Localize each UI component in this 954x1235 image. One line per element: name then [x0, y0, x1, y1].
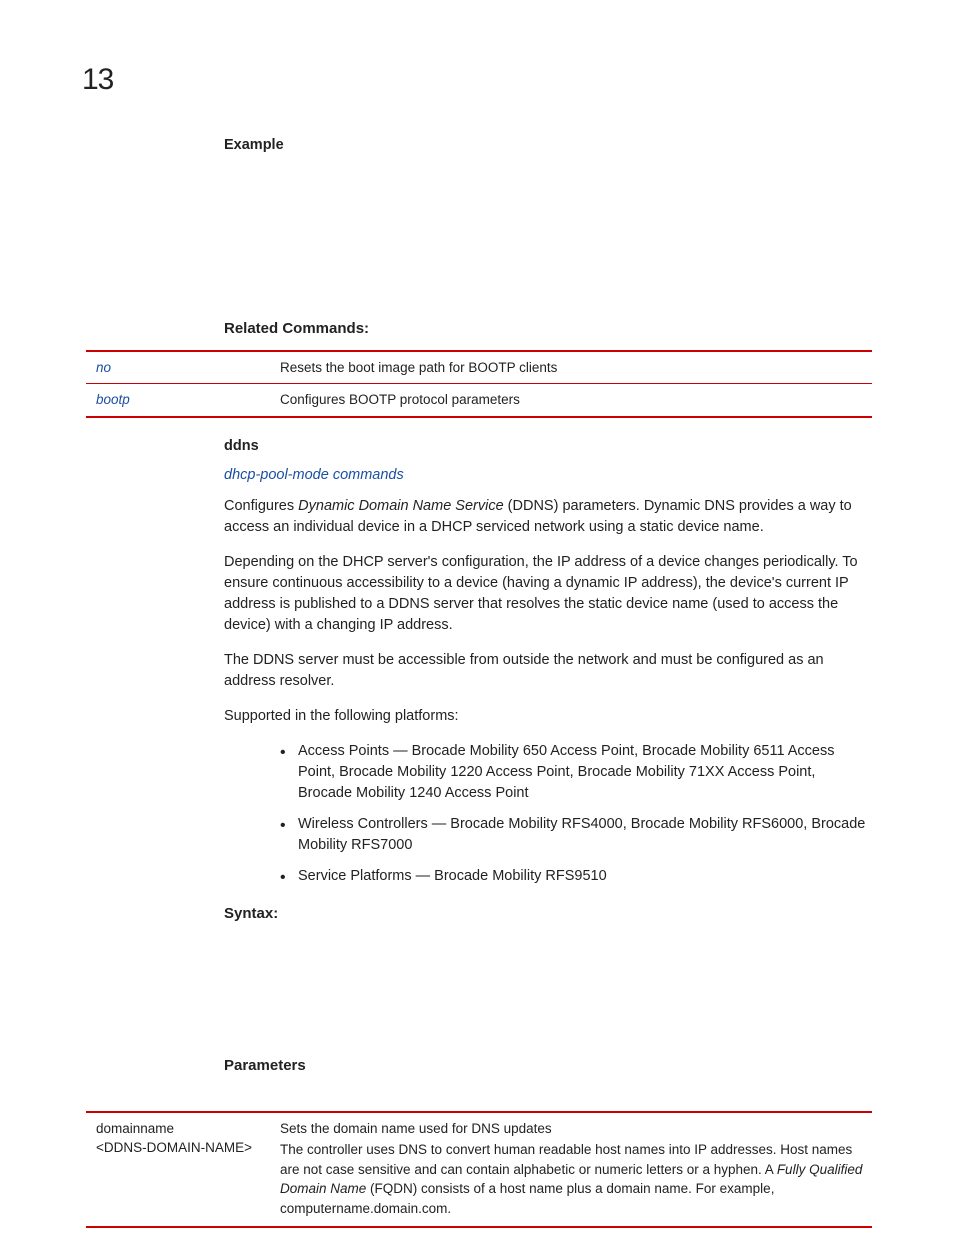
- ddns-paragraph-3: The DDNS server must be accessible from …: [224, 650, 872, 692]
- ddns-paragraph-1: Configures Dynamic Domain Name Service (…: [224, 496, 872, 538]
- platforms-list: Access Points — Brocade Mobility 650 Acc…: [224, 741, 872, 887]
- related-commands-block: no Resets the boot image path for BOOTP …: [86, 350, 872, 418]
- text-fragment: Configures: [224, 498, 298, 514]
- list-item: Wireless Controllers — Brocade Mobility …: [280, 814, 872, 856]
- table-row: no Resets the boot image path for BOOTP …: [86, 351, 872, 384]
- related-cmd-desc: Configures BOOTP protocol parameters: [274, 384, 872, 417]
- dhcp-pool-mode-link[interactable]: dhcp-pool-mode commands: [224, 465, 872, 486]
- related-cmd-desc: Resets the boot image path for BOOTP cli…: [274, 351, 872, 384]
- param-desc-cell: Sets the domain name used for DNS update…: [274, 1112, 872, 1228]
- spacer: [224, 1087, 872, 1111]
- text-emphasis: Dynamic Domain Name Service: [298, 498, 503, 514]
- ddns-heading: ddns: [224, 436, 872, 457]
- list-item: Service Platforms — Brocade Mobility RFS…: [280, 866, 872, 887]
- list-item: Access Points — Brocade Mobility 650 Acc…: [280, 741, 872, 804]
- table-row: domainname <DDNS-DOMAIN-NAME> Sets the d…: [86, 1112, 872, 1228]
- param-desc-line: Sets the domain name used for DNS update…: [280, 1119, 866, 1139]
- param-name-line: domainname: [96, 1119, 268, 1139]
- parameters-heading: Parameters: [224, 1055, 872, 1077]
- parameters-block: domainname <DDNS-DOMAIN-NAME> Sets the d…: [86, 1111, 872, 1229]
- related-cmd-link[interactable]: bootp: [96, 392, 130, 407]
- related-commands-heading: Related Commands:: [224, 318, 872, 340]
- param-desc-line: The controller uses DNS to convert human…: [280, 1140, 866, 1218]
- ddns-paragraph-2: Depending on the DHCP server's configura…: [224, 552, 872, 636]
- param-name-line: <DDNS-DOMAIN-NAME>: [96, 1138, 268, 1158]
- text-fragment: The controller uses DNS to convert human…: [280, 1142, 852, 1177]
- page-content: Example Related Commands: no Resets the …: [224, 135, 872, 1228]
- related-cmd-link[interactable]: no: [96, 360, 111, 375]
- syntax-heading: Syntax:: [224, 903, 872, 925]
- page-number: 13: [82, 58, 113, 102]
- table-row: bootp Configures BOOTP protocol paramete…: [86, 384, 872, 417]
- example-heading: Example: [224, 135, 872, 156]
- param-name-cell: domainname <DDNS-DOMAIN-NAME>: [86, 1112, 274, 1228]
- related-commands-table: no Resets the boot image path for BOOTP …: [86, 350, 872, 418]
- syntax-placeholder: [224, 935, 872, 1055]
- example-placeholder: [224, 164, 872, 314]
- supported-intro: Supported in the following platforms:: [224, 706, 872, 727]
- parameters-table: domainname <DDNS-DOMAIN-NAME> Sets the d…: [86, 1111, 872, 1229]
